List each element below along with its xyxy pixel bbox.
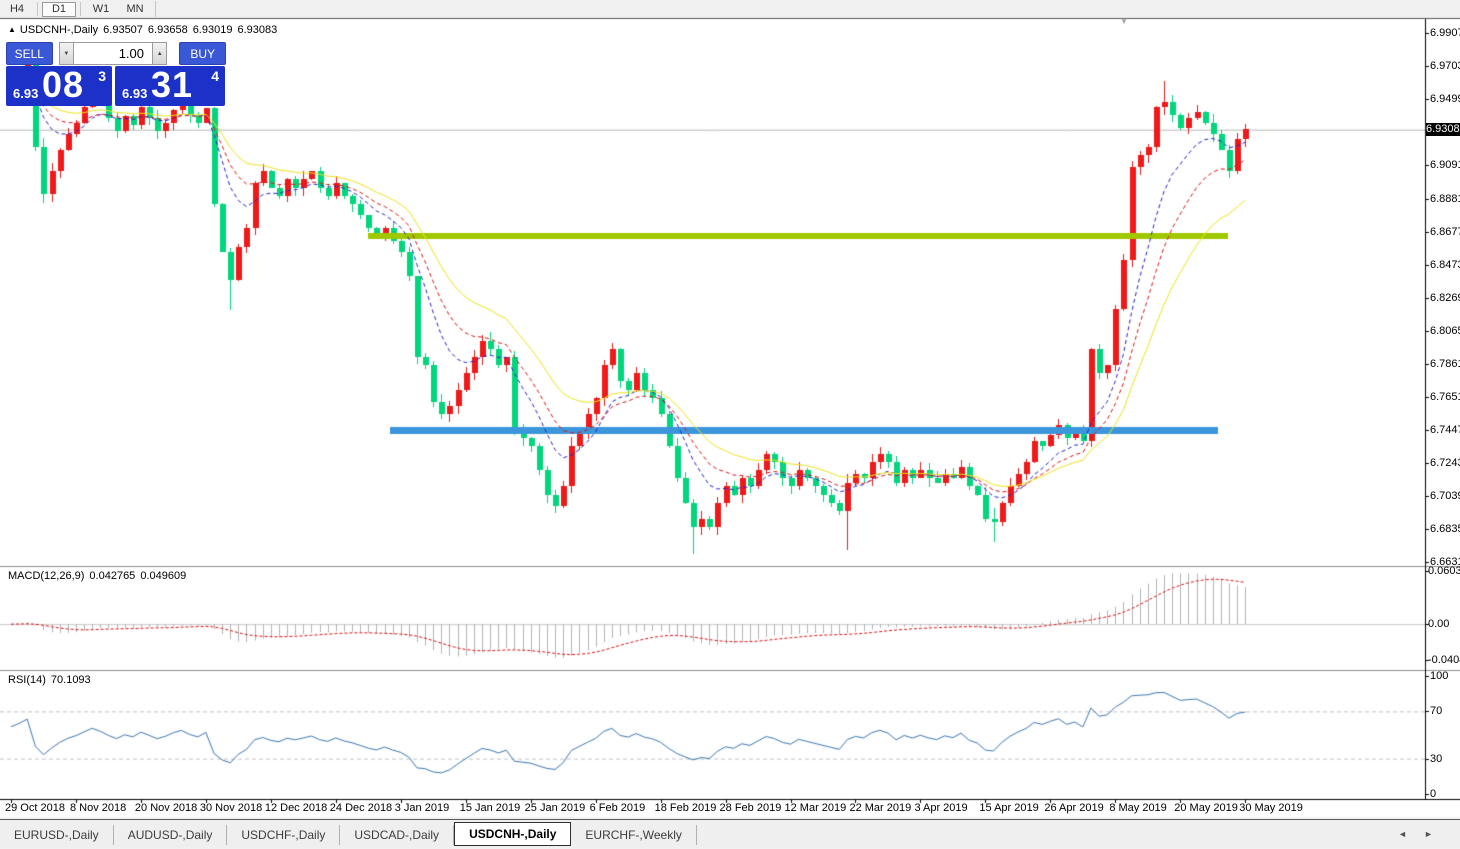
date-axis-label: 28 Feb 2019 bbox=[720, 802, 782, 814]
ohlc-open: 6.93507 bbox=[103, 24, 143, 36]
panel-collapse-handle[interactable]: ▼ bbox=[1120, 17, 1128, 26]
tab-eurchf-weekly[interactable]: EURCHF-,Weekly bbox=[571, 825, 696, 845]
macd-axis-label: 0.060342 bbox=[1428, 565, 1460, 577]
price-axis-label: 6.97030 bbox=[1430, 60, 1460, 72]
date-axis-label: 3 Jan 2019 bbox=[395, 802, 449, 814]
current-price-tag: 6.93083 bbox=[1426, 123, 1460, 136]
rsi-indicator-label: RSI(14) 70.1093 bbox=[8, 674, 96, 686]
buy-price-prefix: 6.93 bbox=[122, 86, 147, 101]
sell-button[interactable]: SELL bbox=[6, 42, 53, 65]
buy-price-sup: 4 bbox=[211, 68, 219, 84]
tab-audusd-daily[interactable]: AUDUSD-,Daily bbox=[114, 825, 228, 845]
tab-usdchf-daily[interactable]: USDCHF-,Daily bbox=[227, 825, 340, 845]
price-axis-label: 6.76510 bbox=[1430, 391, 1460, 403]
ohlc-close: 6.93083 bbox=[237, 24, 277, 36]
mt4-window: H4 D1 W1 MN ▼ ▲USDCNH-,Daily6.935076.936… bbox=[0, 0, 1460, 849]
price-axis-label: 6.68350 bbox=[1430, 523, 1460, 535]
ohlc-low: 6.93019 bbox=[193, 24, 233, 36]
date-axis-label: 22 Mar 2019 bbox=[849, 802, 911, 814]
buy-price-big: 31 bbox=[151, 64, 193, 106]
macd-name: MACD(12,26,9) bbox=[8, 570, 84, 582]
tab-usdcnh-daily[interactable]: USDCNH-,Daily bbox=[454, 822, 571, 846]
sell-price-sup: 3 bbox=[98, 68, 106, 84]
volume-decrease-button[interactable]: ▼ bbox=[59, 42, 74, 65]
date-axis-label: 30 Nov 2018 bbox=[200, 802, 262, 814]
date-axis-label: 8 Nov 2018 bbox=[70, 802, 126, 814]
sell-price-big: 08 bbox=[42, 64, 84, 106]
triangle-down-icon: ▼ bbox=[63, 51, 69, 57]
date-axis-label: 18 Feb 2019 bbox=[655, 802, 717, 814]
date-axis-label: 25 Jan 2019 bbox=[525, 802, 586, 814]
sell-price-display[interactable]: 6.93 08 3 bbox=[6, 66, 112, 106]
date-axis-label: 20 May 2019 bbox=[1174, 802, 1238, 814]
chart-symbol-label: USDCNH-,Daily bbox=[20, 24, 98, 36]
macd-indicator-label: MACD(12,26,9) 0.042765 0.049609 bbox=[8, 570, 191, 582]
rsi-axis-label: 100 bbox=[1430, 670, 1448, 682]
volume-increase-button[interactable]: ▲ bbox=[152, 42, 167, 65]
rsi-name: RSI(14) bbox=[8, 674, 46, 686]
price-axis-label: 6.86770 bbox=[1430, 226, 1460, 238]
price-axis-label: 6.84730 bbox=[1430, 259, 1460, 271]
rsi-value: 70.1093 bbox=[51, 674, 91, 686]
date-axis-label: 15 Apr 2019 bbox=[979, 802, 1038, 814]
tab-scroll-right-icon[interactable]: ► bbox=[1424, 829, 1433, 839]
ohlc-high: 6.93658 bbox=[148, 24, 188, 36]
date-axis-label: 12 Mar 2019 bbox=[785, 802, 847, 814]
rsi-axis-label: 30 bbox=[1430, 753, 1442, 765]
date-axis-label: 30 May 2019 bbox=[1239, 802, 1303, 814]
sell-price-prefix: 6.93 bbox=[13, 86, 38, 101]
price-axis-label: 6.82690 bbox=[1430, 292, 1460, 304]
volume-input[interactable] bbox=[74, 42, 152, 65]
price-axis-label: 6.90910 bbox=[1430, 159, 1460, 171]
price-axis-label: 6.99070 bbox=[1430, 27, 1460, 39]
buy-button[interactable]: BUY bbox=[179, 42, 226, 65]
expand-arrow-icon[interactable]: ▲ bbox=[8, 25, 16, 34]
tab-eurusd-daily[interactable]: EURUSD-,Daily bbox=[0, 825, 114, 845]
price-axis-label: 6.78610 bbox=[1430, 358, 1460, 370]
date-axis-label: 26 Apr 2019 bbox=[1044, 802, 1103, 814]
buy-price-display[interactable]: 6.93 31 4 bbox=[115, 66, 225, 106]
date-axis-label: 8 May 2019 bbox=[1109, 802, 1166, 814]
triangle-up-icon: ▲ bbox=[157, 51, 163, 57]
date-axis-label: 6 Feb 2019 bbox=[590, 802, 646, 814]
triangle-down-icon: ▼ bbox=[1120, 17, 1128, 26]
tab-usdcad-daily[interactable]: USDCAD-,Daily bbox=[340, 825, 454, 845]
date-axis-label: 3 Apr 2019 bbox=[914, 802, 967, 814]
date-axis-label: 29 Oct 2018 bbox=[5, 802, 65, 814]
macd-axis-label: -0.040415 bbox=[1428, 654, 1460, 666]
chart-title: ▲ USDCNH-,Daily 6.93507 6.93658 6.93019 6.930… bbox=[8, 24, 282, 36]
tab-scroll-left-icon[interactable]: ◄ bbox=[1398, 829, 1407, 839]
price-axis-label: 6.94990 bbox=[1430, 93, 1460, 105]
price-chart-canvas[interactable] bbox=[0, 0, 1460, 819]
price-axis-label: 6.74470 bbox=[1430, 424, 1460, 436]
date-axis-label: 24 Dec 2018 bbox=[330, 802, 392, 814]
date-axis-label: 20 Nov 2018 bbox=[135, 802, 197, 814]
price-axis-label: 6.70390 bbox=[1430, 490, 1460, 502]
date-axis-label: 15 Jan 2019 bbox=[460, 802, 521, 814]
price-axis-label: 6.88810 bbox=[1430, 193, 1460, 205]
macd-axis-label: 0.00 bbox=[1428, 618, 1449, 630]
one-click-trade-panel: SELL ▼ ▲ BUY 6.93 08 3 6.93 31 4 bbox=[6, 42, 226, 106]
macd-main-value: 0.042765 bbox=[89, 570, 135, 582]
rsi-axis-label: 0 bbox=[1430, 788, 1436, 800]
rsi-axis-label: 70 bbox=[1430, 705, 1442, 717]
date-axis-label: 12 Dec 2018 bbox=[265, 802, 327, 814]
macd-signal-value: 0.049609 bbox=[140, 570, 186, 582]
chart-tabs-bar: EURUSD-,Daily AUDUSD-,Daily USDCHF-,Dail… bbox=[0, 819, 1460, 847]
price-axis-label: 6.80650 bbox=[1430, 325, 1460, 337]
price-axis-label: 6.72430 bbox=[1430, 457, 1460, 469]
